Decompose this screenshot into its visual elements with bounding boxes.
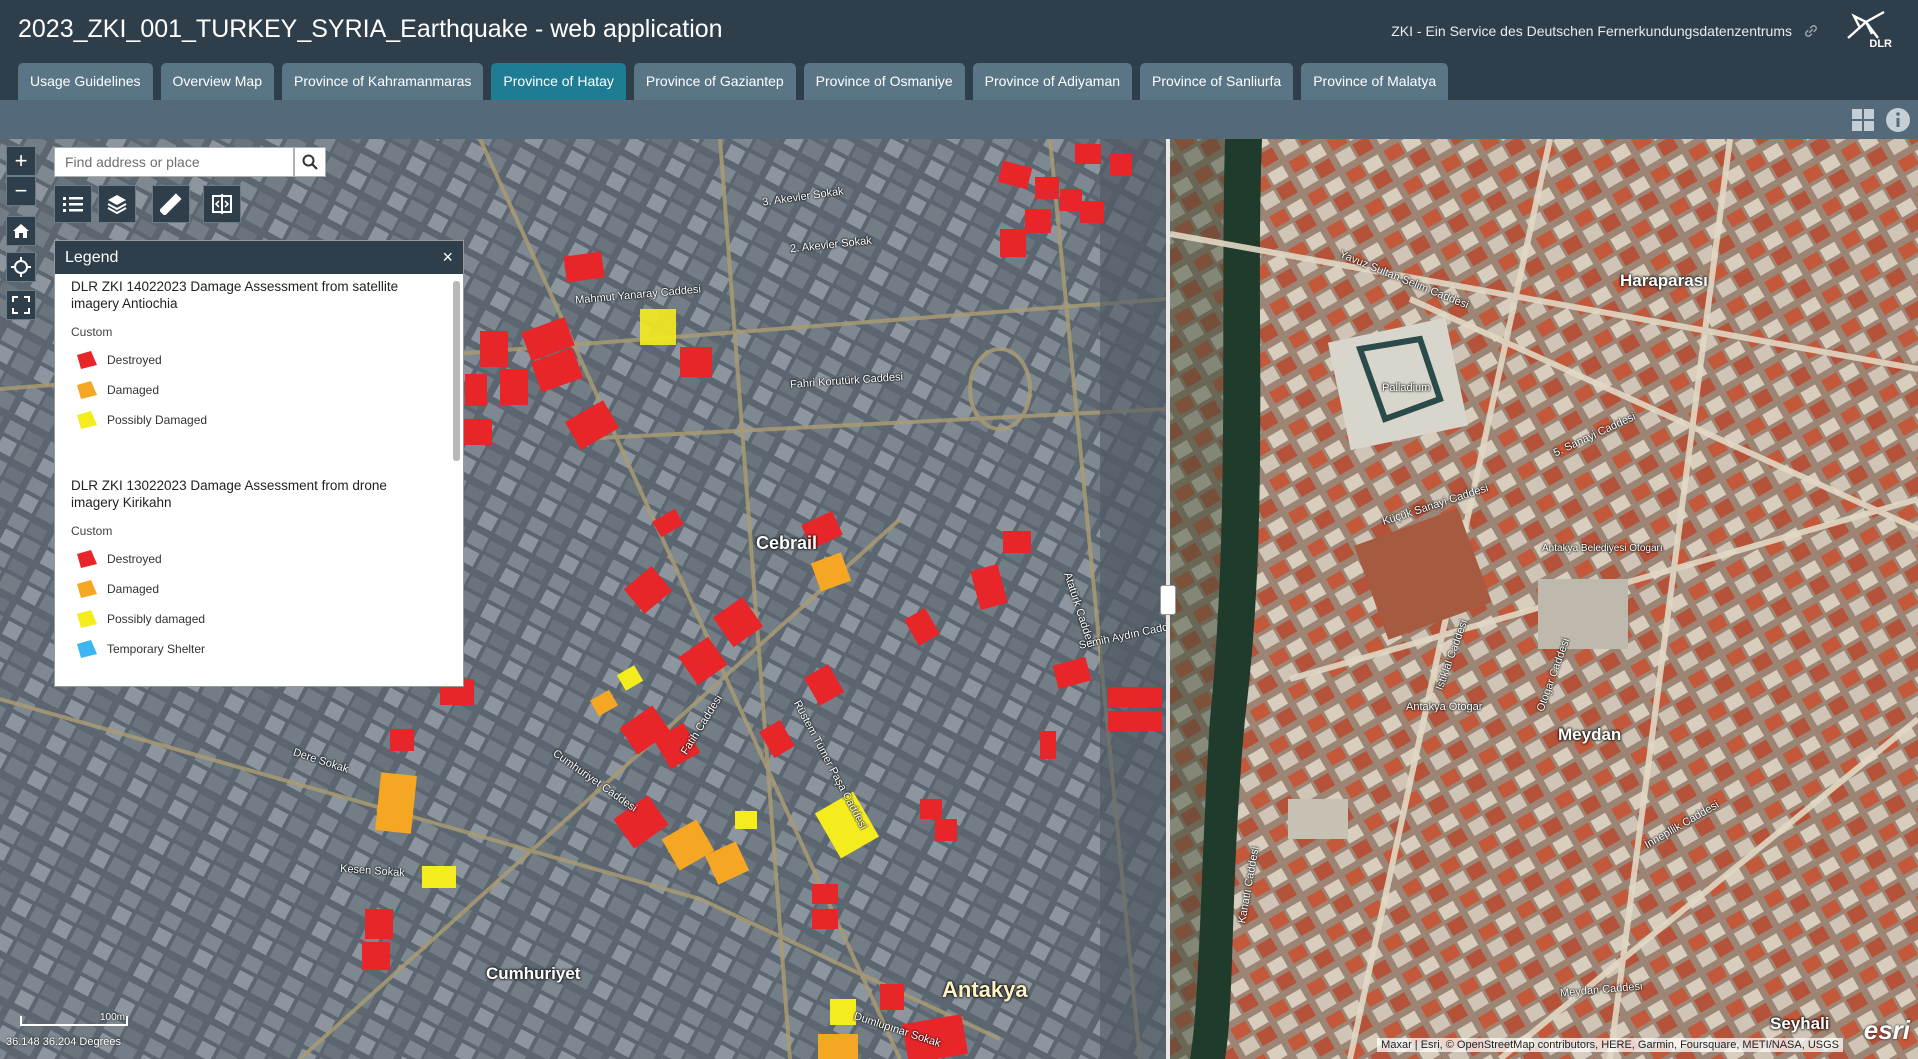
close-icon[interactable]: × xyxy=(442,241,453,274)
service-subtitle[interactable]: ZKI - Ein Service des Deutschen Fernerku… xyxy=(1391,23,1792,39)
legend-toggle-button[interactable] xyxy=(54,185,92,223)
tab-osmaniye[interactable]: Province of Osmaniye xyxy=(803,63,965,100)
map-label-meydan: Meydan xyxy=(1558,725,1622,744)
map-label-haraparasi: Haraparası xyxy=(1620,271,1708,290)
home-icon xyxy=(13,224,29,238)
coordinate-readout: 36.148 36.204 Degrees xyxy=(6,1036,121,1048)
tab-gaziantep[interactable]: Province of Gaziantep xyxy=(633,63,796,100)
map-attribution: Maxar | Esri, © OpenStreetMap contributo… xyxy=(1377,1038,1843,1052)
search-button[interactable] xyxy=(294,147,326,177)
legend-layer-title: DLR ZKI 14022023 Damage Assessment from … xyxy=(71,279,399,311)
swipe-handle[interactable] xyxy=(1160,585,1176,615)
search-input[interactable] xyxy=(54,147,294,177)
ruler-icon xyxy=(160,193,182,215)
tab-kahramanmaras[interactable]: Province of Kahramanmaras xyxy=(281,63,484,100)
damaged-swatch-icon xyxy=(77,381,97,399)
zoom-in-button[interactable]: + xyxy=(6,146,36,176)
link-icon[interactable] xyxy=(1802,22,1820,40)
dlr-logo-text: DLR xyxy=(1869,38,1892,50)
legend-item: Destroyed xyxy=(71,544,447,574)
legend-scrollbar[interactable] xyxy=(453,281,460,461)
plus-icon: + xyxy=(14,148,28,173)
swipe-tool-button[interactable] xyxy=(203,185,241,223)
street-label: Antakya Otogar xyxy=(1406,701,1483,713)
destroyed-swatch-icon xyxy=(77,351,97,369)
map-right-swipe-layer[interactable]: Haraparası Meydan Seyhali Palladium Yavu… xyxy=(1170,139,1918,1059)
locate-button[interactable] xyxy=(6,252,36,282)
satellite-imagery-right xyxy=(1170,139,1918,1059)
minus-icon: − xyxy=(14,178,28,203)
fullscreen-button[interactable] xyxy=(6,290,36,320)
tab-usage-guidelines[interactable]: Usage Guidelines xyxy=(18,63,153,100)
swipe-icon xyxy=(212,194,232,214)
legend-group-label: Custom xyxy=(71,524,113,538)
measure-button[interactable] xyxy=(152,185,190,223)
legend-item: Damaged xyxy=(71,574,447,604)
legend-panel: Legend × DLR ZKI 14022023 Damage Assessm… xyxy=(54,240,464,687)
zoom-out-button[interactable]: − xyxy=(6,176,36,206)
legend-header: Legend × xyxy=(55,241,463,274)
app-header: 2023_ZKI_001_TURKEY_SYRIA_Earthquake - w… xyxy=(0,0,1918,100)
app-title: 2023_ZKI_001_TURKEY_SYRIA_Earthquake - w… xyxy=(18,15,723,43)
legend-item: Possibly Damaged xyxy=(71,405,447,435)
map-label-palladium: Palladium xyxy=(1382,382,1431,394)
temporary-shelter-swatch-icon xyxy=(77,640,97,658)
tab-adiyaman[interactable]: Province of Adiyaman xyxy=(972,63,1133,100)
legend-item: Possibly damaged xyxy=(71,604,447,634)
map-label-seyhali: Seyhali xyxy=(1770,1014,1830,1033)
tab-sanliurfa[interactable]: Province of Sanliurfa xyxy=(1140,63,1294,100)
legend-group-label: Custom xyxy=(71,325,113,339)
street-label: Antakya Belediyesi Otogarı xyxy=(1542,543,1663,554)
tab-overview-map[interactable]: Overview Map xyxy=(160,63,274,100)
map-label-cumhuriyet: Cumhuriyet xyxy=(486,964,581,983)
tab-bar: Usage Guidelines Overview Map Province o… xyxy=(18,63,1456,100)
possibly-damaged-swatch-icon xyxy=(77,610,97,628)
tab-hatay[interactable]: Province of Hatay xyxy=(491,63,626,100)
legend-title: Legend xyxy=(65,249,119,266)
legend-item: Destroyed xyxy=(71,345,447,375)
damaged-swatch-icon xyxy=(77,580,97,598)
fullscreen-icon xyxy=(12,296,30,314)
layers-button[interactable] xyxy=(98,185,136,223)
map-label-antakya: Antakya xyxy=(942,977,1028,1002)
esri-logo: esri xyxy=(1863,1015,1910,1045)
possibly-damaged-swatch-icon xyxy=(77,411,97,429)
list-icon xyxy=(63,197,83,212)
legend-item: Temporary Shelter xyxy=(71,634,447,664)
map-label-cebrail: Cebrail xyxy=(756,533,818,553)
scale-label: 100m xyxy=(100,1012,126,1023)
grid-icon[interactable] xyxy=(1850,107,1876,133)
home-button[interactable] xyxy=(6,216,36,246)
locate-icon xyxy=(11,257,31,277)
search-icon xyxy=(302,154,318,170)
map-toolbar xyxy=(0,100,1918,139)
layers-icon xyxy=(107,195,127,215)
info-icon[interactable] xyxy=(1884,106,1912,134)
legend-item: Damaged xyxy=(71,375,447,405)
tab-malatya[interactable]: Province of Malatya xyxy=(1301,63,1449,100)
legend-body[interactable]: DLR ZKI 14022023 Damage Assessment from … xyxy=(55,274,463,686)
legend-layer-title: DLR ZKI 13022023 Damage Assessment from … xyxy=(71,478,387,510)
destroyed-swatch-icon xyxy=(77,550,97,568)
